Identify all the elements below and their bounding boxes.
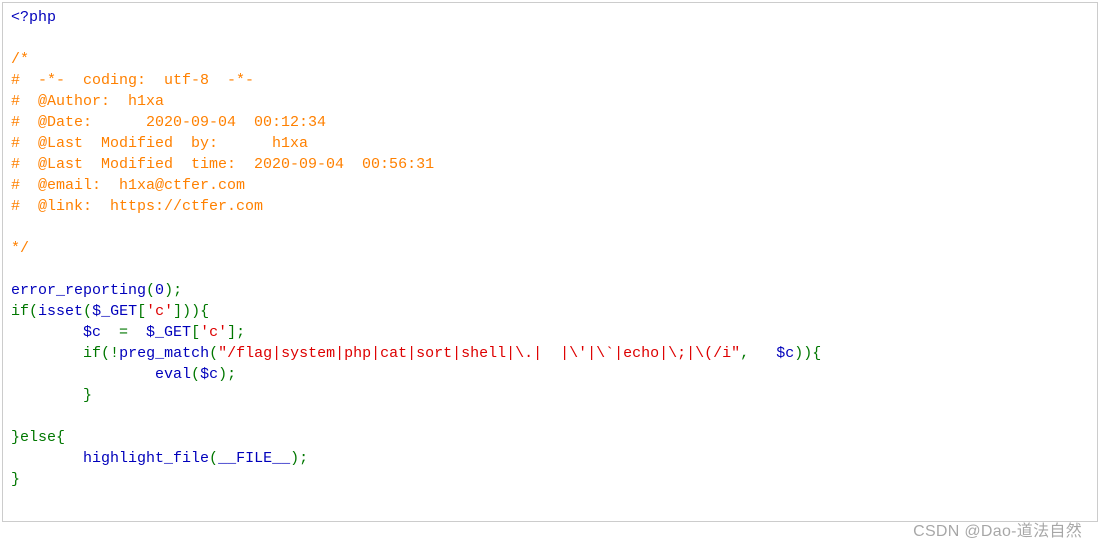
token-php: <?php [11,9,56,26]
paren-close: ) [191,303,200,320]
kw-if: if [11,303,29,320]
paren-close: ) [182,303,191,320]
fn-highlight-file: highlight_file [83,450,209,467]
indent [11,366,155,383]
token-comment: /* [11,51,29,68]
token-comment: # @Last Modified time: 2020-09-04 00:56:… [11,156,434,173]
literal-zero: 0 [155,282,164,299]
paren-close: ) [803,345,812,362]
str-c: 'c' [200,324,227,341]
brace-close: } [83,387,92,404]
comment-coding: # -*- coding: utf-8 -*- [11,70,1089,91]
line-assign: $c = $_GET['c']; [11,322,1089,343]
brace-open: { [812,345,821,362]
str-regex: "/flag|system|php|cat|sort|shell|\.| |\'… [218,345,740,362]
token-comment: # @Date: 2020-09-04 00:12:34 [11,114,326,131]
comment-author: # @Author: h1xa [11,91,1089,112]
paren-open: ( [83,303,92,320]
comma: , [740,345,776,362]
code-block: <?php /* # -*- coding: utf-8 -*- # @Auth… [2,2,1098,522]
paren-close: ) [218,366,227,383]
paren-open: ( [209,450,218,467]
kw-else: else [20,429,56,446]
token-comment: # @Author: h1xa [11,93,164,110]
line-else: }else{ [11,427,1089,448]
comment-link: # @link: https://ctfer.com [11,196,1089,217]
indent [11,450,83,467]
line-final-close: } [11,469,1089,490]
fn-isset: isset [38,303,83,320]
bracket-open: [ [137,303,146,320]
token-comment: # @email: h1xa@ctfer.com [11,177,245,194]
fn-error-reporting: error_reporting [11,282,146,299]
paren-close: ) [164,282,173,299]
bracket-close: ] [227,324,236,341]
token-comment: # @Last Modified by: h1xa [11,135,308,152]
var-get: $_GET [92,303,137,320]
var-c: $c [200,366,218,383]
line-preg-match: if(!preg_match("/flag|system|php|cat|sor… [11,343,1089,364]
indent [11,324,83,341]
indent [11,387,83,404]
line-eval: eval($c); [11,364,1089,385]
var-c: $c [83,324,101,341]
paren-close: ) [794,345,803,362]
brace-close: } [11,429,20,446]
blank-line [11,259,1089,280]
line-inner-close: } [11,385,1089,406]
paren-close: ) [290,450,299,467]
paren-open: ( [29,303,38,320]
op-equals: = [101,324,146,341]
fn-eval: eval [155,366,191,383]
paren-open: ( [101,345,110,362]
paren-open: ( [146,282,155,299]
comment-modified-by: # @Last Modified by: h1xa [11,133,1089,154]
line-highlight: highlight_file(__FILE__); [11,448,1089,469]
comment-email: # @email: h1xa@ctfer.com [11,175,1089,196]
semicolon: ; [227,366,236,383]
token-comment: */ [11,240,29,257]
line-if-isset: if(isset($_GET['c'])){ [11,301,1089,322]
blank-line [11,28,1089,49]
var-c: $c [776,345,794,362]
comment-close: */ [11,238,1089,259]
token-comment: # @link: https://ctfer.com [11,198,263,215]
str-c: 'c' [146,303,173,320]
semicolon: ; [299,450,308,467]
brace-close: } [11,471,20,488]
const-file: __FILE__ [218,450,290,467]
blank-line [11,217,1089,238]
var-get: $_GET [146,324,191,341]
blank-line [11,406,1089,427]
semicolon: ; [236,324,245,341]
php-open-tag: <?php [11,7,1089,28]
fn-preg-match: preg_match [119,345,209,362]
comment-open: /* [11,49,1089,70]
bracket-open: [ [191,324,200,341]
op-not: ! [110,345,119,362]
brace-open: { [56,429,65,446]
line-error-reporting: error_reporting(0); [11,280,1089,301]
paren-open: ( [191,366,200,383]
token-comment: # -*- coding: utf-8 -*- [11,72,254,89]
comment-modified-time: # @Last Modified time: 2020-09-04 00:56:… [11,154,1089,175]
bracket-close: ] [173,303,182,320]
paren-open: ( [209,345,218,362]
indent [11,345,83,362]
kw-if: if [83,345,101,362]
semicolon: ; [173,282,182,299]
brace-open: { [200,303,209,320]
comment-date: # @Date: 2020-09-04 00:12:34 [11,112,1089,133]
